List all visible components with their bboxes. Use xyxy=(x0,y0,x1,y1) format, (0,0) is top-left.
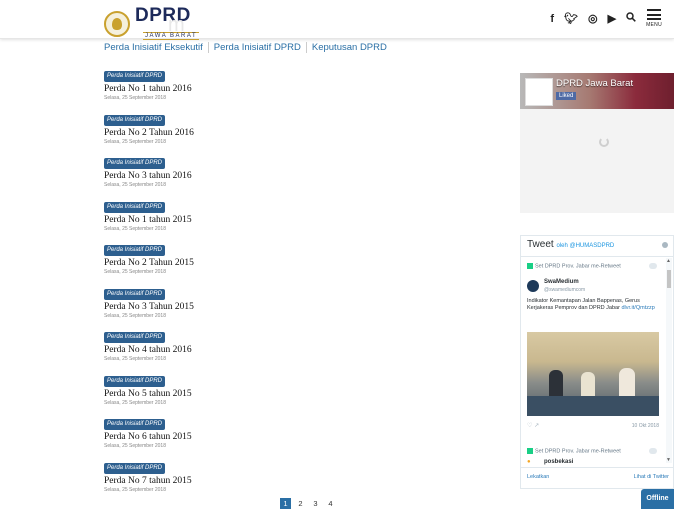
list-item[interactable]: Perda Inisiatif DPRD Perda No 2 Tahun 20… xyxy=(104,238,504,282)
item-date: Selasa, 25 September 2018 xyxy=(104,443,166,449)
tweet-text: Indikator Kemantapan Jalan Bappenas, Ger… xyxy=(527,298,655,311)
facebook-cover[interactable]: DPRD Jawa Barat Liked xyxy=(520,73,674,109)
reply-icon[interactable]: ♡ xyxy=(527,423,532,429)
item-title[interactable]: Perda No 5 tahun 2015 xyxy=(104,389,504,400)
scroll-down-icon[interactable]: ▼ xyxy=(666,457,671,463)
tweet-photo[interactable] xyxy=(527,332,659,416)
item-date: Selasa, 25 September 2018 xyxy=(104,399,166,406)
item-title[interactable]: Perda No 1 tahun 2016 xyxy=(104,84,504,95)
retweet-label: Set DPRD Prov. Jabar me-Retweet xyxy=(527,263,621,269)
menu-label: MENU xyxy=(646,22,662,28)
list-item[interactable]: Perda Inisiatif DPRD Perda No 4 tahun 20… xyxy=(104,325,504,369)
item-title[interactable]: Perda No 2 Tahun 2016 xyxy=(104,128,504,139)
tweet-user-handle[interactable]: @swamediumcom xyxy=(544,287,585,293)
twitter-widget-header: Tweet oleh @HUMASDPRD xyxy=(527,239,614,250)
facebook-page-widget: DPRD Jawa Barat Liked xyxy=(520,73,674,213)
loading-spinner-icon xyxy=(599,137,609,147)
timeline-scrollbar[interactable]: ▲ ▼ xyxy=(666,258,672,463)
item-title[interactable]: Perda No 6 tahun 2015 xyxy=(104,432,504,443)
list-item[interactable]: Perda Inisiatif DPRD Perda No 2 Tahun 20… xyxy=(104,108,504,152)
item-date: Selasa, 25 September 2018 xyxy=(104,356,166,362)
menu-icon xyxy=(647,9,662,20)
tweet-date[interactable]: 10 Okt 2018 xyxy=(632,423,659,429)
facebook-icon[interactable]: f xyxy=(550,10,554,28)
youtube-icon[interactable]: ▶ xyxy=(608,10,616,28)
item-date: Selasa, 25 September 2018 xyxy=(104,138,166,145)
facebook-page-name[interactable]: DPRD Jawa Barat xyxy=(556,78,633,89)
category-badge[interactable]: Perda Inisiatif DPRD xyxy=(104,201,166,213)
avatar[interactable]: ● xyxy=(527,459,531,465)
info-icon[interactable] xyxy=(662,242,668,248)
retweet-label: Set DPRD Prov. Jabar me-Retweet xyxy=(527,448,621,454)
site-header: DPRD JAWA BARAT m f 🐦︎ ◎ ▶ MENU xyxy=(0,0,674,41)
tweet-user-name[interactable]: posbekasi xyxy=(544,459,573,465)
view-on-twitter-link[interactable]: Lihat di Twitter xyxy=(634,474,669,480)
item-date: Selasa, 25 September 2018 xyxy=(104,225,166,232)
instagram-icon[interactable]: ◎ xyxy=(588,10,598,28)
retweet-icon xyxy=(527,263,533,269)
list-item[interactable]: Perda Inisiatif DPRD Perda No 6 tahun 20… xyxy=(104,412,504,456)
category-badge[interactable]: Perda Inisiatif DPRD xyxy=(104,288,166,300)
facebook-page-thumbnail[interactable] xyxy=(525,78,553,106)
retweet-icon xyxy=(527,448,533,454)
twitter-bird-icon[interactable] xyxy=(649,448,657,454)
list-item[interactable]: Perda Inisiatif DPRD Perda No 1 tahun 20… xyxy=(104,195,504,239)
tab-perda-inisiatif-dprd[interactable]: Perda Inisiatif DPRD xyxy=(207,42,306,53)
item-title[interactable]: Perda No 3 Tahun 2015 xyxy=(104,302,504,313)
header-icons: f 🐦︎ ◎ ▶ MENU xyxy=(550,9,662,28)
category-badge[interactable]: Perda Inisiatif DPRD xyxy=(104,158,166,169)
twitter-icon[interactable]: 🐦︎ xyxy=(564,10,578,28)
twitter-bird-icon[interactable] xyxy=(649,263,657,269)
list-item[interactable]: Perda Inisiatif DPRD Perda No 7 tahun 20… xyxy=(104,456,504,500)
item-title[interactable]: Perda No 2 Tahun 2015 xyxy=(104,258,504,269)
scrollbar-thumb[interactable] xyxy=(667,270,671,288)
logo-ghost-text: m xyxy=(168,14,185,36)
twitter-timeline-widget: Tweet oleh @HUMASDPRD Set DPRD Prov. Jab… xyxy=(520,235,674,489)
site-logo[interactable]: DPRD JAWA BARAT xyxy=(104,6,200,41)
page-3[interactable]: 3 xyxy=(310,498,321,509)
page-4[interactable]: 4 xyxy=(325,498,336,509)
list-item[interactable]: Perda Inisiatif DPRD Perda No 1 tahun 20… xyxy=(104,64,504,108)
category-badge[interactable]: Perda Inisiatif DPRD xyxy=(104,245,166,256)
offline-chat-button[interactable]: Offline xyxy=(641,489,674,509)
item-date: Selasa, 25 September 2018 xyxy=(104,486,166,493)
tab-perda-inisiatif-eksekutif[interactable]: Perda Inisiatif Eksekutif xyxy=(104,42,208,53)
tweet-actions: ♡ ↗ xyxy=(527,422,539,429)
tweet-user-name[interactable]: SwaMedium xyxy=(544,279,579,285)
category-badge[interactable]: Perda Inisiatif DPRD xyxy=(104,71,166,82)
category-badge[interactable]: Perda Inisiatif DPRD xyxy=(104,419,166,430)
facebook-like-button[interactable]: Liked xyxy=(556,92,577,100)
tweet-link[interactable]: dlvr.it/Qmtzzp xyxy=(621,305,654,311)
page-1[interactable]: 1 xyxy=(280,498,291,509)
search-icon[interactable] xyxy=(626,10,636,28)
document-list: Perda Inisiatif DPRD Perda No 1 tahun 20… xyxy=(104,64,504,499)
category-badge[interactable]: Perda Inisiatif DPRD xyxy=(104,375,166,387)
menu-button[interactable]: MENU xyxy=(646,9,662,28)
embed-link[interactable]: Lekatkan xyxy=(527,474,549,480)
category-badge[interactable]: Perda Inisiatif DPRD xyxy=(104,114,166,126)
twitter-widget-title: Tweet xyxy=(527,239,554,250)
item-date: Selasa, 25 September 2018 xyxy=(104,269,166,275)
tab-keputusan-dprd[interactable]: Keputusan DPRD xyxy=(305,42,392,53)
list-item[interactable]: Perda Inisiatif DPRD Perda No 3 Tahun 20… xyxy=(104,282,504,326)
item-date: Selasa, 25 September 2018 xyxy=(104,312,166,319)
item-title[interactable]: Perda No 4 tahun 2016 xyxy=(104,345,504,356)
category-tabs: Perda Inisiatif Eksekutif Perda Inisiati… xyxy=(104,42,392,53)
twitter-widget-by[interactable]: oleh @HUMASDPRD xyxy=(556,243,614,249)
category-badge[interactable]: Perda Inisiatif DPRD xyxy=(104,462,166,474)
pagination: 1 2 3 4 xyxy=(280,498,336,509)
avatar[interactable] xyxy=(527,280,539,292)
list-item[interactable]: Perda Inisiatif DPRD Perda No 5 tahun 20… xyxy=(104,369,504,413)
category-badge[interactable]: Perda Inisiatif DPRD xyxy=(104,332,166,343)
item-title[interactable]: Perda No 3 tahun 2016 xyxy=(104,171,504,182)
scroll-up-icon[interactable]: ▲ xyxy=(666,258,671,264)
emblem-icon xyxy=(104,10,130,37)
page-2[interactable]: 2 xyxy=(295,498,306,509)
item-title[interactable]: Perda No 7 tahun 2015 xyxy=(104,476,504,487)
item-date: Selasa, 25 September 2018 xyxy=(104,95,166,101)
list-item[interactable]: Perda Inisiatif DPRD Perda No 3 tahun 20… xyxy=(104,151,504,195)
item-title[interactable]: Perda No 1 tahun 2015 xyxy=(104,215,504,226)
share-icon[interactable]: ↗ xyxy=(534,423,539,429)
item-date: Selasa, 25 September 2018 xyxy=(104,182,166,188)
